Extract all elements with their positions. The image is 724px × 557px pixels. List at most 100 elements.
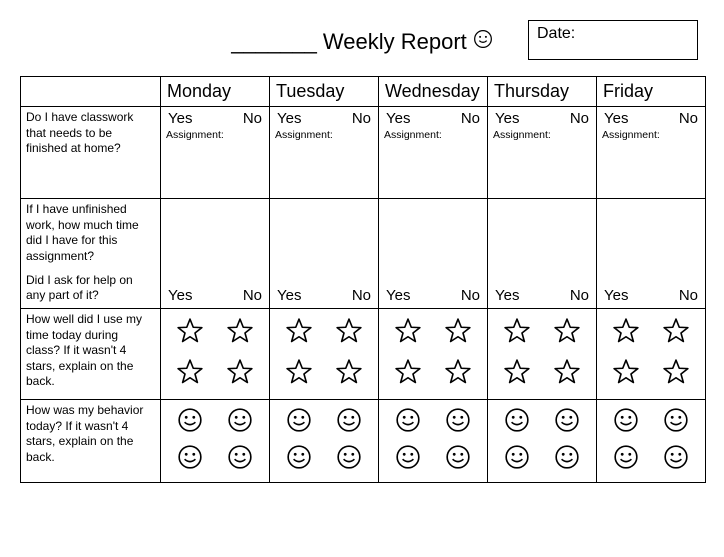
q3-tue[interactable] bbox=[270, 309, 379, 400]
star-icon[interactable] bbox=[175, 316, 205, 351]
smiley-icon[interactable] bbox=[286, 407, 312, 438]
smiley-icon[interactable] bbox=[227, 444, 253, 475]
star-icon[interactable] bbox=[334, 316, 364, 351]
no-option[interactable]: No bbox=[679, 287, 698, 304]
yes-option[interactable]: Yes bbox=[604, 110, 628, 127]
no-option[interactable]: No bbox=[352, 110, 371, 127]
assignment-label: Assignment: bbox=[166, 129, 264, 141]
star-icon[interactable] bbox=[502, 316, 532, 351]
star-icon[interactable] bbox=[334, 357, 364, 392]
no-option[interactable]: No bbox=[570, 110, 589, 127]
q2-tue[interactable]: Yes No bbox=[270, 199, 379, 309]
yes-option[interactable]: Yes bbox=[168, 287, 192, 304]
smiley-icon[interactable] bbox=[336, 407, 362, 438]
corner-cell bbox=[21, 77, 161, 107]
star-icon[interactable] bbox=[611, 357, 641, 392]
yes-option[interactable]: Yes bbox=[277, 287, 301, 304]
yes-option[interactable]: Yes bbox=[495, 110, 519, 127]
no-option[interactable]: No bbox=[352, 287, 371, 304]
smiley-rating[interactable] bbox=[493, 403, 591, 479]
star-icon[interactable] bbox=[552, 316, 582, 351]
smiley-icon[interactable] bbox=[445, 444, 471, 475]
no-option[interactable]: No bbox=[243, 287, 262, 304]
no-option[interactable]: No bbox=[243, 110, 262, 127]
star-icon[interactable] bbox=[661, 357, 691, 392]
assignment-label: Assignment: bbox=[602, 129, 700, 141]
q4-fri[interactable] bbox=[597, 400, 706, 483]
star-icon[interactable] bbox=[284, 316, 314, 351]
smiley-icon[interactable] bbox=[395, 407, 421, 438]
smiley-icon[interactable] bbox=[395, 444, 421, 475]
star-icon[interactable] bbox=[284, 357, 314, 392]
smiley-rating[interactable] bbox=[166, 403, 264, 479]
star-icon[interactable] bbox=[502, 357, 532, 392]
star-icon[interactable] bbox=[393, 357, 423, 392]
q2-thu[interactable]: Yes No bbox=[488, 199, 597, 309]
q4-tue[interactable] bbox=[270, 400, 379, 483]
star-rating[interactable] bbox=[384, 312, 482, 396]
q2-wed[interactable]: Yes No bbox=[379, 199, 488, 309]
smiley-icon[interactable] bbox=[504, 407, 530, 438]
star-icon[interactable] bbox=[443, 316, 473, 351]
star-rating[interactable] bbox=[602, 312, 700, 396]
no-option[interactable]: No bbox=[570, 287, 589, 304]
yes-option[interactable]: Yes bbox=[495, 287, 519, 304]
star-icon[interactable] bbox=[611, 316, 641, 351]
smiley-icon[interactable] bbox=[504, 444, 530, 475]
smiley-icon[interactable] bbox=[286, 444, 312, 475]
q1-thu[interactable]: YesNo Assignment: bbox=[488, 107, 597, 199]
q4-wed[interactable] bbox=[379, 400, 488, 483]
date-field[interactable]: Date: bbox=[528, 20, 698, 60]
no-option[interactable]: No bbox=[461, 110, 480, 127]
star-icon[interactable] bbox=[443, 357, 473, 392]
star-icon[interactable] bbox=[661, 316, 691, 351]
yes-option[interactable]: Yes bbox=[168, 110, 192, 127]
smiley-icon[interactable] bbox=[554, 407, 580, 438]
q3-mon[interactable] bbox=[161, 309, 270, 400]
question-2b: Did I ask for help on any part of it? bbox=[26, 273, 155, 304]
star-icon[interactable] bbox=[225, 316, 255, 351]
star-rating[interactable] bbox=[493, 312, 591, 396]
smiley-icon[interactable] bbox=[554, 444, 580, 475]
smiley-rating[interactable] bbox=[602, 403, 700, 479]
smiley-icon[interactable] bbox=[227, 407, 253, 438]
star-icon[interactable] bbox=[393, 316, 423, 351]
q4-thu[interactable] bbox=[488, 400, 597, 483]
yes-option[interactable]: Yes bbox=[277, 110, 301, 127]
q2-fri[interactable]: Yes No bbox=[597, 199, 706, 309]
yes-option[interactable]: Yes bbox=[604, 287, 628, 304]
q1-tue[interactable]: Yes No Assignment: bbox=[270, 107, 379, 199]
star-rating[interactable] bbox=[275, 312, 373, 396]
no-option[interactable]: No bbox=[679, 110, 698, 127]
q1-wed[interactable]: YesNo Assignment: bbox=[379, 107, 488, 199]
title-blank[interactable]: _______ bbox=[231, 29, 317, 55]
smiley-icon[interactable] bbox=[663, 407, 689, 438]
question-2: If I have unfinished work, how much time… bbox=[21, 199, 161, 309]
smiley-icon[interactable] bbox=[177, 407, 203, 438]
yes-option[interactable]: Yes bbox=[386, 287, 410, 304]
q1-fri[interactable]: Yes No Assignment: bbox=[597, 107, 706, 199]
smiley-icon[interactable] bbox=[663, 444, 689, 475]
q4-mon[interactable] bbox=[161, 400, 270, 483]
smiley-icon[interactable] bbox=[336, 444, 362, 475]
star-icon[interactable] bbox=[175, 357, 205, 392]
q2-mon[interactable]: Yes No bbox=[161, 199, 270, 309]
star-rating[interactable] bbox=[166, 312, 264, 396]
q3-wed[interactable] bbox=[379, 309, 488, 400]
q3-fri[interactable] bbox=[597, 309, 706, 400]
smiley-rating[interactable] bbox=[275, 403, 373, 479]
smiley-icon[interactable] bbox=[613, 407, 639, 438]
table-row: How well did I use my time today during … bbox=[21, 309, 706, 400]
smiley-icon[interactable] bbox=[177, 444, 203, 475]
q3-thu[interactable] bbox=[488, 309, 597, 400]
smiley-icon[interactable] bbox=[613, 444, 639, 475]
star-icon[interactable] bbox=[552, 357, 582, 392]
smiley-rating[interactable] bbox=[384, 403, 482, 479]
star-icon[interactable] bbox=[225, 357, 255, 392]
smiley-icon[interactable] bbox=[445, 407, 471, 438]
assignment-label: Assignment: bbox=[275, 129, 373, 141]
smiley-icon bbox=[473, 29, 493, 55]
q1-mon[interactable]: Yes No Assignment: bbox=[161, 107, 270, 199]
no-option[interactable]: No bbox=[461, 287, 480, 304]
yes-option[interactable]: Yes bbox=[386, 110, 410, 127]
